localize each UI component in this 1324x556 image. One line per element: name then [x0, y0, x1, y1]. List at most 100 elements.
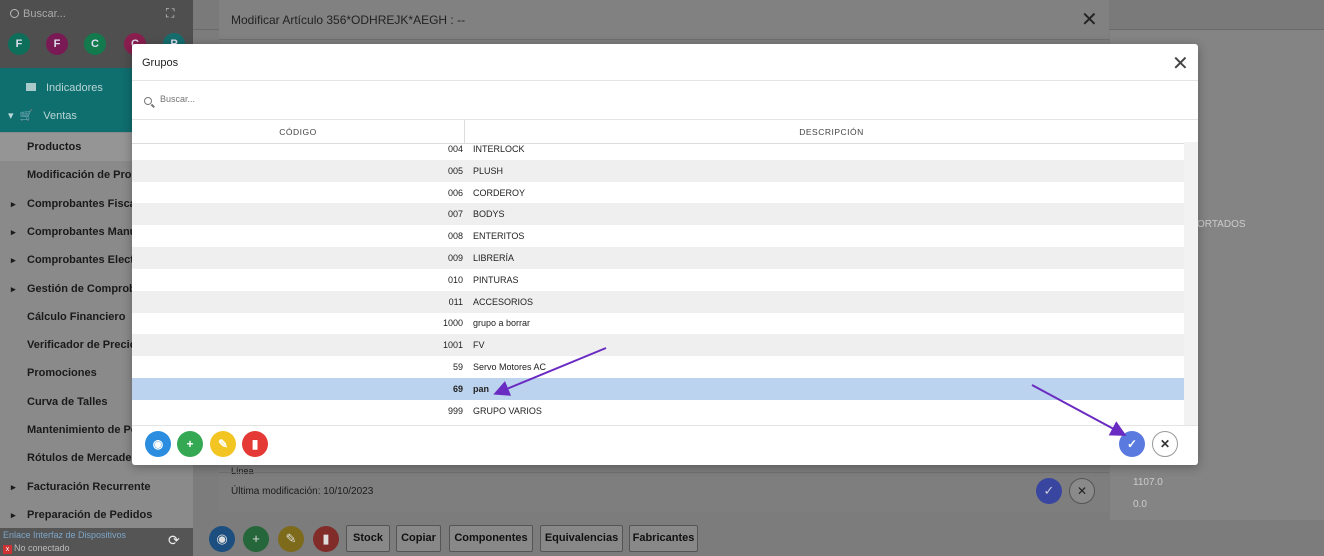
delete-button[interactable]: ▮ — [242, 431, 268, 457]
sidebar-search[interactable]: Buscar... — [10, 8, 66, 20]
cell-description: pan — [473, 383, 490, 394]
sidebar-item[interactable]: Facturación Recurrente — [0, 473, 193, 501]
search-input[interactable] — [160, 94, 460, 104]
table-row[interactable]: 999 GRUPO VARIOS — [132, 400, 1184, 422]
divider — [219, 472, 1109, 473]
cell-description: PLUSH — [473, 165, 504, 176]
cell-description: Servo Motores AC — [473, 362, 547, 372]
shortcut-circle[interactable]: F — [46, 33, 68, 55]
shortcut-circle[interactable]: F — [8, 33, 30, 55]
dialog-title: Grupos — [142, 57, 179, 69]
cell-code: 1001 — [442, 340, 463, 351]
table-row[interactable]: 008 ENTERITOS — [132, 225, 1184, 247]
divider — [132, 425, 1198, 426]
close-icon: ✕ — [1159, 437, 1171, 451]
trash-icon: ▮ — [251, 437, 259, 451]
dialog-header: Grupos ✕ — [132, 44, 1198, 81]
cell-description: ACCESORIOS — [473, 296, 534, 307]
equivalences-button[interactable]: Equivalencias — [540, 525, 623, 552]
cell-description: ENTERITOS — [473, 231, 525, 242]
shortcut-circle[interactable]: C — [84, 33, 106, 55]
view-button[interactable]: ◉ — [209, 526, 235, 552]
add-button[interactable]: + — [177, 431, 203, 457]
delete-button[interactable]: ▮ — [313, 526, 339, 552]
table-row[interactable]: 007 BODYS — [132, 203, 1184, 226]
cell-code: 006 — [447, 187, 463, 198]
background-label: ORTADOS — [1197, 219, 1246, 230]
table-row[interactable]: 011 ACCESORIOS — [132, 290, 1184, 313]
cell-description: grupo a borrar — [473, 318, 531, 329]
search-icon — [144, 97, 152, 105]
confirm-button[interactable]: ✓ — [1119, 431, 1145, 457]
scrollbar[interactable] — [1184, 142, 1198, 425]
table-row[interactable]: 69 pan — [132, 377, 1184, 400]
cell-code: 010 — [447, 274, 463, 285]
background-value: 0.0 — [1133, 499, 1147, 510]
cell-description: CORDEROY — [473, 187, 526, 198]
table-row[interactable]: 004 INTERLOCK — [132, 142, 1184, 160]
cell-code: 009 — [447, 253, 463, 263]
cell-description: BODYS — [473, 209, 505, 220]
table-row[interactable]: 1001 FV — [132, 334, 1184, 357]
cell-code: 005 — [447, 165, 463, 176]
cell-description: INTERLOCK — [473, 144, 525, 154]
manufacturers-button[interactable]: Fabricantes — [629, 525, 698, 552]
table-row[interactable]: 1000 grupo a borrar — [132, 312, 1184, 334]
cell-code: 011 — [448, 296, 463, 307]
grupos-dialog: Grupos ✕ CÓDIGO DESCRIPCIÓN 004 INTERLOCK… — [132, 44, 1198, 465]
table-row[interactable]: 59 Servo Motores AC — [132, 356, 1184, 378]
background-value: 1107.0 — [1133, 477, 1163, 488]
table-row[interactable]: 006 CORDEROY — [132, 182, 1184, 204]
components-button[interactable]: Componentes — [449, 525, 533, 552]
cell-description: FV — [473, 340, 485, 351]
eye-icon: ◉ — [152, 437, 164, 451]
search-icon — [10, 9, 19, 18]
check-icon: ✓ — [1126, 437, 1138, 451]
cancel-button[interactable]: ✕ — [1152, 431, 1178, 457]
table-header: CÓDIGO DESCRIPCIÓN — [132, 120, 1198, 144]
view-button[interactable]: ◉ — [145, 431, 171, 457]
sidebar-item[interactable]: Preparación de Pedidos — [0, 501, 193, 529]
cell-description: LIBRERÍA — [473, 253, 515, 263]
confirm-button[interactable]: ✓ — [1036, 478, 1062, 504]
cell-code: 999 — [447, 405, 463, 416]
cart-icon: 🛒 — [19, 110, 34, 122]
plus-icon: + — [186, 437, 194, 451]
chevron-down-icon: ▾ — [8, 110, 14, 122]
cell-code: 008 — [447, 231, 463, 242]
cell-description: GRUPO VARIOS — [473, 405, 542, 416]
expand-icon[interactable]: ⛶ — [166, 6, 174, 21]
cell-code: 1000 — [442, 318, 463, 329]
edit-button[interactable]: ✎ — [278, 526, 304, 552]
device-status: Enlace Interfaz de Dispositivos x No cone… — [0, 528, 193, 556]
table-row[interactable]: 009 LIBRERÍA — [132, 247, 1184, 269]
table-body: 004 INTERLOCK 005 PLUSH 006 CORDEROY 007 BODYS 0… — [132, 142, 1184, 425]
sync-icon[interactable]: ⟳ — [168, 532, 180, 549]
device-link[interactable]: Enlace Interfaz de Dispositivos — [3, 530, 126, 540]
stock-button[interactable]: Stock — [346, 525, 390, 552]
dashboard-icon — [26, 83, 36, 91]
linea-label: Línea — [231, 466, 254, 476]
cell-code: 69 — [452, 383, 463, 394]
copy-button[interactable]: Copiar — [396, 525, 441, 552]
close-icon[interactable]: ✕ — [1172, 51, 1189, 76]
close-icon[interactable]: ✕ — [1081, 7, 1098, 32]
modal-title: Modificar Artículo 356*ODHREJK*AEGH : -- — [231, 13, 466, 27]
connection-status: x No conectado — [3, 543, 70, 554]
cell-code: 59 — [452, 362, 463, 372]
column-header-description[interactable]: DESCRIPCIÓN — [465, 120, 1198, 144]
cell-code: 004 — [447, 144, 463, 154]
error-icon: x — [3, 545, 12, 554]
modal-header: Modificar Artículo 356*ODHREJK*AEGH : --… — [219, 0, 1109, 40]
edit-button[interactable]: ✎ — [210, 431, 236, 457]
pencil-icon: ✎ — [217, 437, 229, 451]
cell-code: 007 — [447, 209, 463, 220]
last-modified: Última modificación: 10/10/2023 — [231, 486, 374, 497]
cancel-button[interactable]: ✕ — [1069, 478, 1095, 504]
table-row[interactable]: 005 PLUSH — [132, 159, 1184, 182]
cell-description: PINTURAS — [473, 274, 519, 285]
dialog-search — [132, 82, 1198, 120]
add-button[interactable]: + — [243, 526, 269, 552]
table-row[interactable]: 010 PINTURAS — [132, 269, 1184, 291]
column-header-code[interactable]: CÓDIGO — [132, 120, 465, 144]
